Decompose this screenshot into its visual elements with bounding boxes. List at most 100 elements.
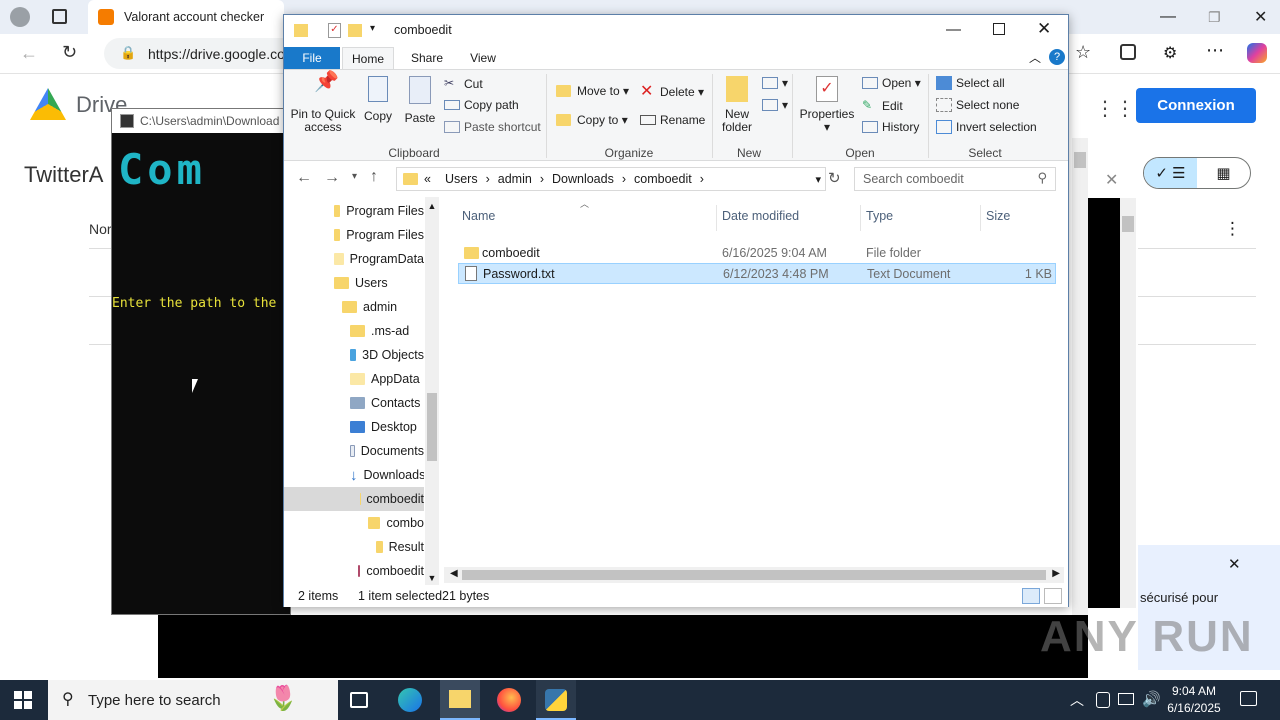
nav-item-comboedit[interactable]: comboedit (284, 487, 424, 511)
nav-scrollbar[interactable]: ▲ ▼ (425, 197, 439, 585)
nav-item-users[interactable]: Users (284, 271, 424, 295)
tab-view[interactable]: View (458, 47, 508, 69)
back-icon[interactable]: ← (20, 43, 38, 64)
column-size[interactable]: Size (986, 209, 1010, 223)
scroll-thumb[interactable] (1122, 216, 1134, 232)
nav-item-3d-objects[interactable]: 3D Objects (284, 343, 424, 367)
easy-access-button[interactable]: ▾ (762, 98, 788, 112)
new-folder-button[interactable]: New folder (716, 76, 758, 134)
scroll-thumb[interactable] (427, 393, 437, 461)
column-type[interactable]: Type (866, 209, 893, 223)
file-explorer-window[interactable]: ✓ ▾ comboedit — ✕ File Home Share View ︿… (283, 14, 1069, 607)
taskbar-search-input[interactable]: ⚲ Type here to search 🌷 (48, 680, 338, 720)
table-row[interactable]: Password.txt 6/12/2023 4:48 PM Text Docu… (458, 263, 1056, 284)
breadcrumb-overflow[interactable]: « (424, 172, 431, 186)
list-view-icon[interactable]: ✓ ☰ (1144, 158, 1197, 188)
start-button[interactable] (14, 691, 32, 709)
favorites-icon[interactable]: ☆ (1075, 42, 1091, 63)
edit-button[interactable]: ✎ Edit (862, 98, 903, 114)
network-tray-icon[interactable] (1118, 693, 1134, 705)
login-button[interactable]: Connexion (1136, 88, 1256, 123)
breadcrumb-comboedit[interactable]: comboedit (634, 172, 692, 186)
navigation-pane[interactable]: Program Files Program Files ProgramData … (284, 197, 424, 585)
nav-item-contacts[interactable]: Contacts (284, 391, 424, 415)
open-button[interactable]: Open ▾ (862, 76, 921, 90)
scroll-right-arrow[interactable]: ▶ (1052, 568, 1060, 579)
scroll-left-arrow[interactable]: ◀ (450, 568, 458, 579)
recent-locations-button[interactable]: ▾ (352, 171, 357, 182)
refresh-icon[interactable]: ↻ (62, 42, 77, 63)
edge-taskbar-icon[interactable] (398, 688, 422, 712)
browser-tab-1[interactable]: Valorant account checker (88, 0, 284, 34)
more-options-icon[interactable]: ⋮ (1224, 219, 1241, 239)
scroll-down-arrow[interactable]: ▼ (425, 573, 439, 583)
details-view-icon[interactable] (1022, 588, 1040, 604)
collections-icon[interactable] (1120, 44, 1136, 60)
window-minimize-button[interactable]: — (1150, 0, 1186, 34)
nav-item-result[interactable]: Result (284, 535, 424, 559)
delete-button[interactable]: ✕ Delete ▾ (640, 84, 704, 100)
nav-item-ms-ad[interactable]: .ms-ad (284, 319, 424, 343)
new-item-button[interactable]: ▾ (762, 76, 788, 90)
breadcrumb-admin[interactable]: admin (498, 172, 532, 186)
select-none-button[interactable]: Select none (936, 98, 1019, 112)
window-restore-button[interactable]: ❐ (1198, 0, 1231, 34)
refresh-icon[interactable]: ↻ (828, 169, 841, 187)
paste-button[interactable]: Paste (402, 76, 438, 125)
nav-item-desktop[interactable]: Desktop (284, 415, 424, 439)
nav-item-appdata[interactable]: AppData (284, 367, 424, 391)
copilot-icon[interactable] (1247, 43, 1267, 63)
file-list[interactable]: ︿ Name Date modified Type Size comboedit… (444, 197, 1064, 577)
nav-item-documents[interactable]: Documents (284, 439, 424, 463)
breadcrumb-downloads[interactable]: Downloads (552, 172, 614, 186)
scroll-up-arrow[interactable]: ▲ (425, 197, 439, 211)
horizontal-scrollbar[interactable]: ◀ ▶ (444, 567, 1064, 583)
console-window[interactable]: C:\Users\admin\Download Com Enter the pa… (111, 108, 291, 615)
cut-button[interactable]: ✂ Cut (444, 76, 483, 92)
back-button[interactable]: ← (296, 169, 312, 187)
new-folder-quick-icon[interactable] (348, 24, 362, 37)
right-scrollbar[interactable] (1120, 198, 1136, 608)
security-tray-icon[interactable] (1096, 692, 1110, 708)
copy-button[interactable]: Copy (360, 76, 396, 123)
maximize-button[interactable] (993, 23, 1005, 35)
explorer-titlebar[interactable]: ✓ ▾ comboedit — ✕ (284, 15, 1068, 47)
nav-item-downloads[interactable]: ↓ Downloads (284, 463, 424, 487)
show-hidden-icons-button[interactable]: ︿ (1070, 690, 1084, 710)
breadcrumb[interactable]: « Users › admin › Downloads › comboedit › ▾ (396, 167, 826, 191)
pin-quick-access-button[interactable]: 📌 Pin to Quick access (290, 72, 356, 134)
window-close-button[interactable]: ✕ (1244, 0, 1277, 34)
grid-view-icon[interactable]: ▦ (1197, 158, 1250, 188)
more-menu-icon[interactable]: ⋯ (1206, 40, 1224, 61)
python-taskbar-icon[interactable] (536, 680, 576, 720)
taskbar-clock[interactable]: 9:04 AM 6/16/2025 (1155, 683, 1233, 717)
table-row[interactable]: comboedit 6/16/2025 9:04 AM File folder (458, 242, 1056, 263)
firefox-taskbar-icon[interactable] (497, 688, 521, 712)
breadcrumb-users[interactable]: Users (445, 172, 478, 186)
minimize-button[interactable]: — (946, 21, 961, 38)
extensions-icon[interactable]: ⚙ (1163, 43, 1177, 63)
nav-item-program-files-x86[interactable]: Program Files (284, 223, 424, 247)
up-button[interactable]: ↑ (370, 168, 378, 186)
nav-item-admin[interactable]: admin (284, 295, 424, 319)
rename-button[interactable]: Rename (640, 113, 705, 127)
close-preview-icon[interactable]: ✕ (1105, 170, 1118, 190)
far-right-scrollbar[interactable] (1072, 138, 1088, 678)
paste-shortcut-button[interactable]: Paste shortcut (444, 120, 541, 134)
tab-share[interactable]: Share (402, 47, 452, 69)
move-to-button[interactable]: Move to ▾ (556, 84, 629, 98)
scroll-thumb[interactable] (1074, 152, 1086, 168)
large-icons-view-icon[interactable] (1044, 588, 1062, 604)
tab-home[interactable]: Home (342, 47, 394, 69)
history-button[interactable]: History (862, 120, 919, 134)
column-name[interactable]: Name (462, 209, 495, 223)
properties-quick-icon[interactable]: ✓ (328, 23, 341, 38)
help-icon[interactable]: ? (1049, 49, 1065, 65)
console-titlebar[interactable]: C:\Users\admin\Download (112, 109, 290, 133)
close-toast-icon[interactable]: ✕ (1228, 555, 1241, 573)
notification-center-icon[interactable] (1240, 691, 1257, 706)
column-date-modified[interactable]: Date modified (722, 209, 799, 223)
profile-icon[interactable] (10, 7, 30, 27)
invert-selection-button[interactable]: Invert selection (936, 120, 1037, 134)
tab-file[interactable]: File (284, 47, 340, 69)
